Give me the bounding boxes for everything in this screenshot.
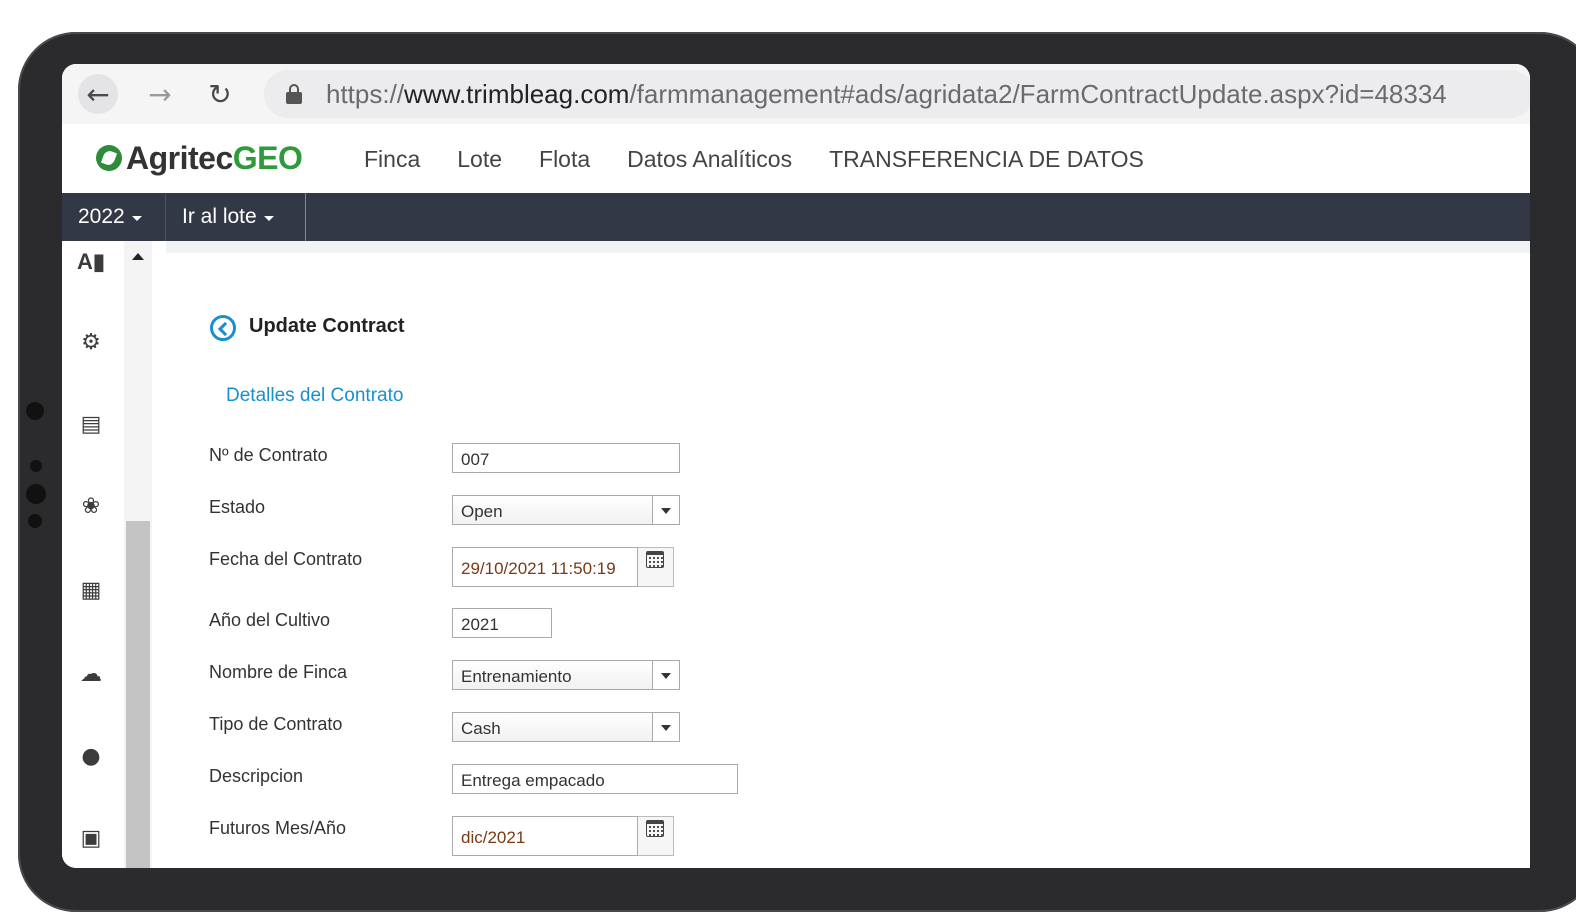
crop-icon[interactable]: ❀ — [76, 491, 106, 521]
context-toolbar: 2022 Ir al lote — [62, 193, 1530, 241]
weather-icon[interactable]: ☁ — [76, 659, 106, 689]
sidebar: A▮ ⚙ ▤ ❀ ▦ ☁ ● ▣ — [62, 241, 167, 868]
menu-item-datos-analiticos[interactable]: Datos Analíticos — [627, 146, 792, 173]
address-bar[interactable]: https://www.trimbleag.com/farmmanagement… — [264, 70, 1530, 118]
reload-button[interactable]: ↻ — [200, 74, 240, 114]
goto-lot-dropdown[interactable]: Ir al lote — [166, 193, 306, 241]
people-icon[interactable]: ● — [76, 741, 106, 771]
menu-item-transferencia[interactable]: TRANSFERENCIA DE DATOS — [829, 146, 1144, 173]
storage-icon[interactable]: ▦ — [76, 575, 106, 605]
calendar-icon — [646, 551, 664, 568]
arrow-left-icon: ← — [86, 77, 110, 111]
goto-lot-label: Ir al lote — [182, 205, 257, 228]
app-header: AgritecGEO Finca Lote Flota Datos Analít… — [62, 124, 1530, 193]
leaf-logo-icon — [96, 145, 122, 171]
menu-item-lote[interactable]: Lote — [457, 146, 502, 173]
description-label: Descripcion — [209, 766, 304, 786]
futures-label: Futuros Mes/Año — [209, 818, 347, 838]
caret-down-icon — [131, 216, 142, 221]
logo-text: AgritecGEO — [126, 139, 303, 176]
back-circle-icon[interactable] — [210, 315, 236, 341]
scroll-up-icon[interactable] — [132, 253, 144, 260]
contract-date-label: Fecha del Contrato — [209, 549, 363, 569]
sidebar-scrollbar[interactable] — [124, 241, 152, 868]
forward-button[interactable]: → — [140, 74, 180, 114]
status-label: Estado — [209, 497, 266, 517]
chevron-down-icon[interactable] — [652, 713, 679, 741]
farm-name-select[interactable]: Entrenamiento — [452, 660, 680, 690]
futures-calendar-button[interactable] — [638, 816, 674, 856]
calendar-icon[interactable]: ▣ — [76, 823, 106, 853]
contract-date-calendar-button[interactable] — [638, 547, 674, 587]
farm-name-label: Nombre de Finca — [209, 662, 348, 682]
reload-icon: ↻ — [208, 77, 232, 111]
camera-dot — [26, 402, 44, 420]
status-value: Open — [461, 502, 503, 521]
agritecgeo-logo[interactable]: AgritecGEO — [96, 138, 303, 178]
menu-item-flota[interactable]: Flota — [539, 146, 590, 173]
futures-input[interactable]: dic/2021 — [452, 816, 638, 856]
sensor-dot — [28, 514, 42, 528]
main-content: Update Contract Detalles del Contrato Nº… — [166, 241, 1530, 868]
tractor-icon[interactable]: ⚙ — [76, 327, 106, 357]
status-select[interactable]: Open — [452, 495, 680, 525]
section-contract-details[interactable]: Detalles del Contrato — [226, 385, 403, 407]
contract-type-label: Tipo de Contrato — [209, 714, 343, 734]
crop-year-input[interactable]: 2021 — [452, 608, 552, 638]
year-label: 2022 — [78, 205, 125, 228]
screen: ← → ↻ https://www.trimbleag.com/farmmana… — [62, 64, 1530, 868]
url-text: https://www.trimbleag.com/farmmanagement… — [326, 79, 1447, 109]
arrow-right-icon: → — [148, 77, 172, 111]
description-input[interactable]: Entrega empacado — [452, 764, 738, 794]
year-dropdown[interactable]: 2022 — [62, 193, 166, 241]
sensor-dot — [30, 460, 42, 472]
contract-type-value: Cash — [461, 719, 501, 738]
scroll-thumb[interactable] — [126, 521, 150, 868]
contract-date-input[interactable]: 29/10/2021 11:50:19 — [452, 547, 638, 587]
farm-logo-icon[interactable]: A▮ — [76, 247, 106, 277]
farm-name-value: Entrenamiento — [461, 667, 572, 686]
calendar-icon — [646, 820, 664, 837]
caret-down-icon — [263, 216, 274, 221]
sensor-dot — [26, 484, 46, 504]
contract-no-label: Nº de Contrato — [209, 445, 328, 465]
contract-type-select[interactable]: Cash — [452, 712, 680, 742]
crop-year-label: Año del Cultivo — [209, 610, 331, 630]
chevron-down-icon[interactable] — [652, 661, 679, 689]
menu-item-finca[interactable]: Finca — [364, 146, 420, 173]
chevron-down-icon[interactable] — [652, 496, 679, 524]
lock-icon — [286, 84, 302, 104]
field-operations-icon[interactable]: ▤ — [76, 409, 106, 439]
contract-no-input[interactable]: 007 — [452, 443, 680, 473]
page-title: Update Contract — [249, 315, 405, 337]
back-button[interactable]: ← — [78, 74, 118, 114]
browser-toolbar: ← → ↻ https://www.trimbleag.com/farmmana… — [62, 64, 1530, 125]
main-menu: Finca Lote Flota Datos Analíticos TRANSF… — [364, 146, 1181, 173]
